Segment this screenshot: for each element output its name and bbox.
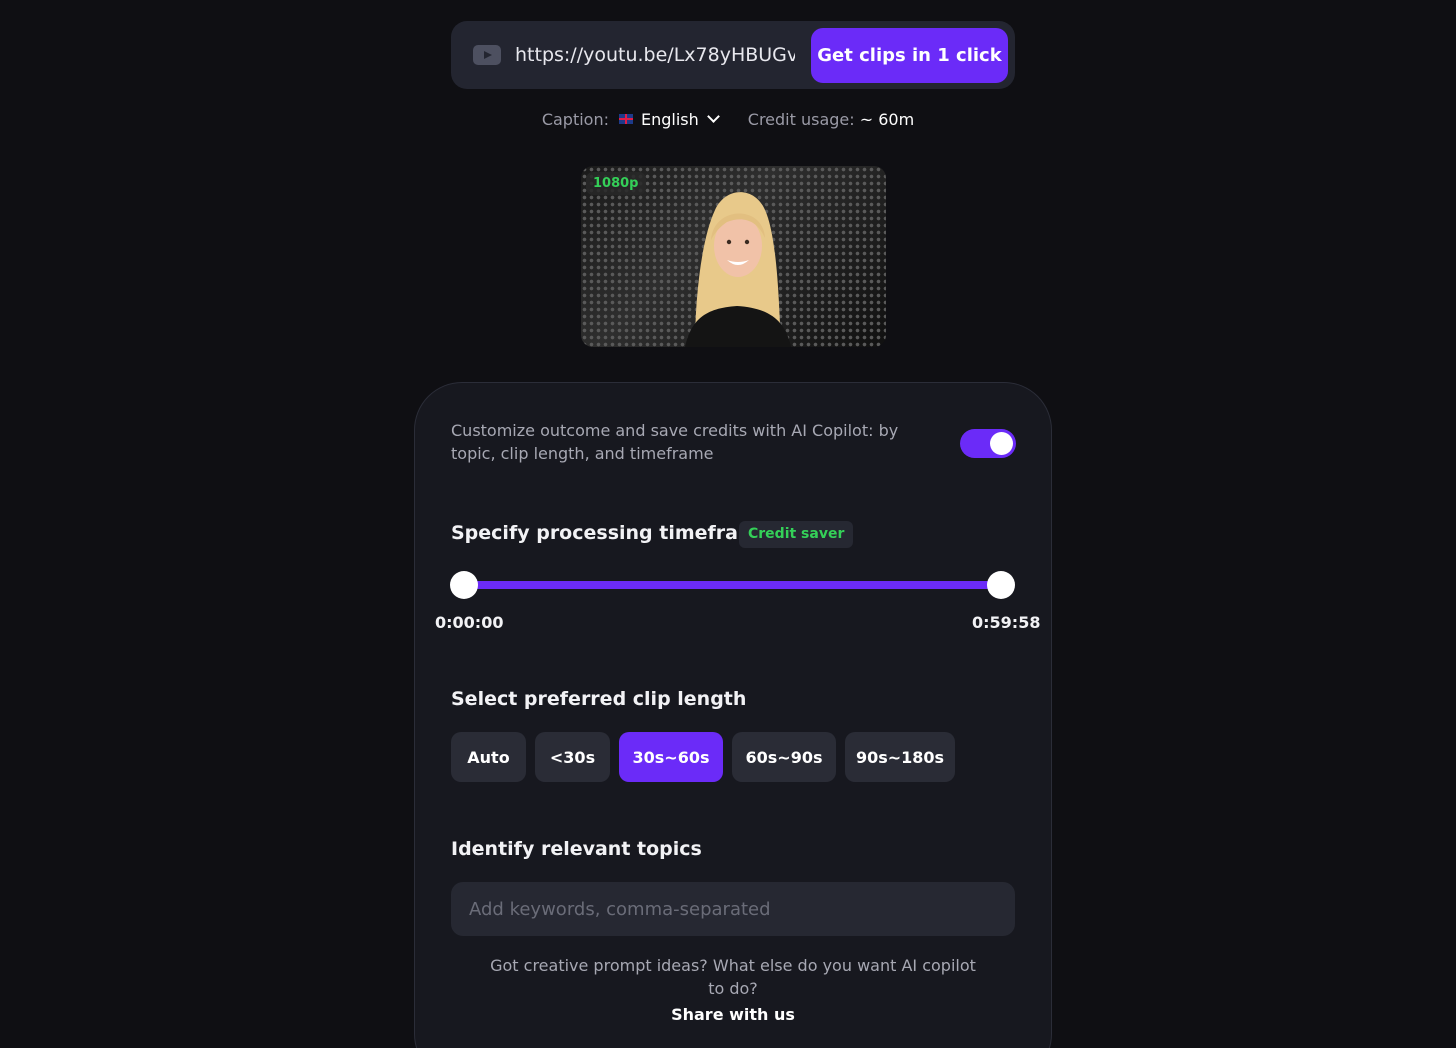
credit-usage: Credit usage: ~ 60m (748, 110, 914, 129)
credit-saver-badge: Credit saver (739, 521, 854, 548)
presenter-image (685, 192, 791, 347)
toggle-knob (990, 432, 1013, 455)
quality-badge: 1080p (586, 172, 646, 195)
get-clips-button[interactable]: Get clips in 1 click (811, 27, 1008, 83)
youtube-icon (473, 45, 501, 65)
clip-length-title: Select preferred clip length (451, 688, 747, 710)
url-bar: Get clips in 1 click (451, 21, 1015, 89)
credit-usage-label: Credit usage: (747, 109, 855, 129)
copilot-panel (414, 382, 1052, 1048)
clip-length-60-90s-button[interactable]: 60s~90s (732, 732, 836, 782)
video-thumbnail: 1080p (581, 166, 886, 347)
topics-title: Identify relevant topics (451, 838, 702, 860)
timeframe-end-label: 0:59:58 (972, 613, 1041, 632)
timeframe-title: Specify processing timeframe (451, 522, 771, 544)
caption-language: English (640, 109, 699, 129)
timeframe-end-handle[interactable] (987, 571, 1015, 599)
caption-selector[interactable]: Caption: English (541, 109, 720, 129)
clip-length-under-30s-button[interactable]: <30s (535, 732, 610, 782)
copilot-toggle[interactable] (960, 429, 1016, 458)
video-url-input[interactable] (515, 35, 795, 75)
timeframe-track[interactable] (464, 581, 1001, 589)
clip-length-30-60s-button[interactable]: 30s~60s (619, 732, 723, 782)
clip-length-auto-button[interactable]: Auto (451, 732, 526, 782)
caption-label: Caption: (541, 109, 609, 129)
credit-usage-value: ~ 60m (859, 109, 915, 129)
timeframe-start-handle[interactable] (450, 571, 478, 599)
copilot-description: Customize outcome and save credits with … (451, 421, 899, 463)
clip-length-90-180s-button[interactable]: 90s~180s (845, 732, 955, 782)
share-with-us-link[interactable]: Share with us (0, 1005, 1456, 1024)
timeframe-start-label: 0:00:00 (435, 613, 504, 632)
feedback-prompt: Got creative prompt ideas? What else do … (490, 956, 976, 998)
chevron-down-icon (706, 110, 720, 123)
meta-row: Caption: English Credit usage: ~ 60m (0, 106, 1456, 132)
page: Get clips in 1 click Caption: English Cr… (0, 0, 1456, 1048)
uk-flag-icon (618, 114, 633, 124)
keywords-input[interactable] (451, 882, 1015, 936)
